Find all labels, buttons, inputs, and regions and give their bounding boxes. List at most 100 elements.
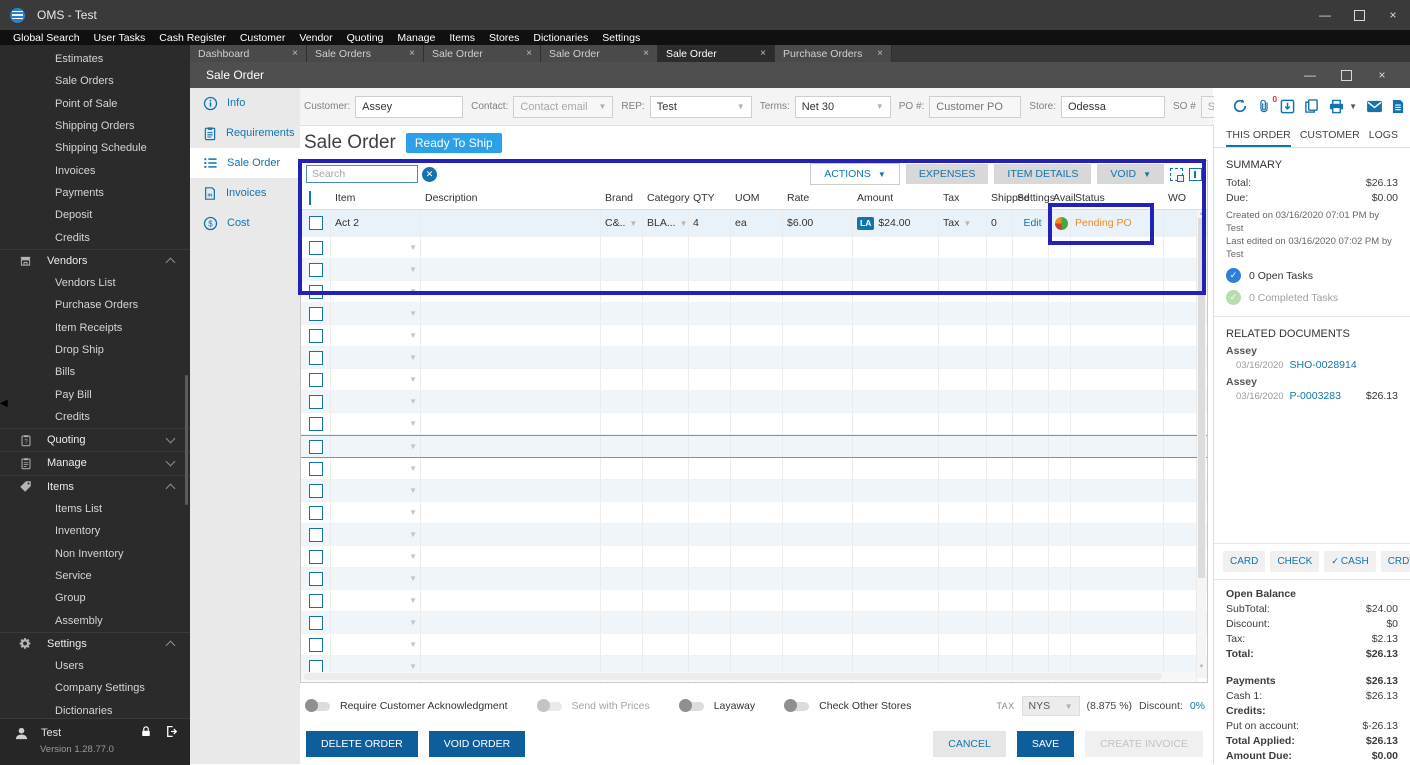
customer-input[interactable] (355, 95, 464, 118)
payment-button-card[interactable]: CARD (1223, 551, 1266, 572)
toggle-switch[interactable] (678, 699, 704, 712)
column-header-item[interactable]: Item (331, 192, 421, 204)
menu-item-vendor[interactable]: Vendor (292, 32, 339, 44)
tab-close-icon[interactable]: × (877, 48, 883, 59)
copy-icon[interactable] (1304, 98, 1319, 114)
column-header-status[interactable]: Status (1071, 192, 1164, 204)
column-chooser-icon[interactable] (1189, 167, 1202, 181)
sidebar-item-point-of-sale[interactable]: Point of Sale (0, 93, 190, 115)
tab-requirements[interactable]: Requirements (190, 118, 300, 148)
contact-select[interactable]: Contact email ▼ (513, 95, 614, 118)
sidebar-item-credits[interactable]: Credits (0, 226, 190, 248)
column-header-description[interactable]: Description (421, 192, 601, 204)
inner-maximize-icon[interactable] (1328, 62, 1364, 88)
table-row-empty[interactable]: ▼ (301, 281, 1207, 303)
item-dropdown-icon[interactable]: ▼ (409, 640, 417, 649)
table-row-empty[interactable]: ▼ (301, 413, 1207, 435)
column-header-uom[interactable]: UOM (731, 192, 783, 204)
delete-order-button[interactable]: DELETE ORDER (306, 731, 418, 757)
item-details-button[interactable]: ITEM DETAILS (994, 164, 1092, 184)
tab-sale-order-4[interactable]: Sale Order × (658, 45, 775, 62)
sidebar-scrollbar[interactable] (185, 375, 188, 505)
sidebar-item-company-settings[interactable]: Company Settings (0, 677, 190, 699)
create-invoice-button[interactable]: CREATE INVOICE (1085, 731, 1203, 757)
qty-cell[interactable]: 4 (689, 210, 731, 236)
column-header-avail[interactable]: Avail (1049, 192, 1076, 204)
column-header-rate[interactable]: Rate (783, 192, 853, 204)
sidebar-item-invoices[interactable]: Invoices (0, 159, 190, 181)
table-row-empty[interactable]: ▼ (301, 634, 1207, 656)
void-order-button[interactable]: VOID ORDER (428, 731, 526, 757)
sidebar-item-purchase-orders[interactable]: Purchase Orders (0, 294, 190, 316)
toggle-check-other-stores[interactable]: Check Other Stores (784, 699, 911, 712)
related-doc-link[interactable]: SHO-0028914 (1290, 359, 1357, 371)
table-row-empty[interactable]: ▼ (301, 237, 1207, 259)
sidebar-item-dictionaries[interactable]: Dictionaries (0, 700, 190, 718)
item-dropdown-icon[interactable]: ▼ (409, 530, 417, 539)
toggle-switch[interactable] (305, 699, 330, 712)
tab-close-icon[interactable]: × (643, 48, 649, 59)
amount-cell[interactable]: LA $24.00 (853, 210, 939, 236)
row-checkbox[interactable] (309, 240, 323, 255)
column-header-shipped[interactable]: Shipped (987, 192, 1030, 204)
sidebar-item-bills[interactable]: Bills (0, 361, 190, 383)
sidebar-item-assembly[interactable]: Assembly (0, 609, 190, 631)
sidebar-item-settings[interactable]: Settings (0, 631, 190, 655)
sidebar-item-credits[interactable]: Credits (0, 406, 190, 428)
void-button[interactable]: VOID ▼ (1097, 164, 1164, 184)
item-dropdown-icon[interactable]: ▼ (409, 552, 417, 561)
table-row-empty[interactable]: ▼ (301, 524, 1207, 546)
table-row-empty[interactable]: ▼ (301, 568, 1207, 590)
item-dropdown-icon[interactable]: ▼ (409, 331, 417, 340)
inner-close-icon[interactable]: × (1364, 62, 1400, 88)
table-row-empty[interactable]: ▼ (301, 391, 1207, 413)
sidebar-item-sale-orders[interactable]: Sale Orders (0, 70, 190, 92)
menu-item-cash-register[interactable]: Cash Register (152, 32, 233, 44)
sidebar-item-pay-bill[interactable]: Pay Bill (0, 383, 190, 405)
sidebar-item-quoting[interactable]: ? Quoting (0, 428, 190, 451)
refresh-icon[interactable] (1232, 98, 1248, 114)
print-icon[interactable] (1328, 99, 1345, 114)
clear-search-icon[interactable]: ✕ (422, 166, 437, 182)
table-row-empty[interactable]: ▼ (301, 480, 1207, 502)
document-icon[interactable] (1392, 99, 1404, 114)
category-cell[interactable]: BLA... ▼ (643, 210, 689, 236)
tab-sale-order[interactable]: Sale Order (190, 148, 300, 178)
sidebar-item-group[interactable]: Group (0, 587, 190, 609)
item-dropdown-icon[interactable]: ▼ (409, 618, 417, 627)
tab-sale-orders-1[interactable]: Sale Orders × (307, 45, 424, 62)
edit-link[interactable]: Edit (1023, 217, 1041, 229)
row-checkbox[interactable] (309, 549, 323, 564)
table-row-empty[interactable]: ▼ (301, 259, 1207, 281)
expenses-button[interactable]: EXPENSES (905, 164, 989, 184)
payment-button-check[interactable]: CHECK (1270, 551, 1320, 572)
store-input[interactable] (1060, 95, 1165, 118)
menu-item-global-search[interactable]: Global Search (6, 32, 87, 44)
column-header-category[interactable]: Category (643, 192, 690, 204)
table-row-empty[interactable]: ▼ (301, 502, 1207, 524)
po-input[interactable] (929, 95, 1022, 118)
item-dropdown-icon[interactable]: ▼ (409, 508, 417, 517)
menu-item-customer[interactable]: Customer (233, 32, 293, 44)
sidebar-item-service[interactable]: Service (0, 565, 190, 587)
row-checkbox[interactable] (309, 571, 323, 586)
sidebar-item-vendors-list[interactable]: Vendors List (0, 272, 190, 294)
table-row-empty[interactable]: ▼ (301, 612, 1207, 634)
payment-button-cash[interactable]: ✓ CASH (1324, 551, 1376, 572)
item-dropdown-icon[interactable]: ▼ (409, 419, 417, 428)
table-row-empty[interactable]: ▼ (301, 546, 1207, 568)
item-dropdown-icon[interactable]: ▼ (409, 596, 417, 605)
tab-info[interactable]: Info (190, 88, 300, 118)
item-dropdown-icon[interactable]: ▼ (409, 353, 417, 362)
row-checkbox[interactable] (309, 637, 323, 652)
row-checkbox[interactable] (309, 461, 323, 476)
item-dropdown-icon[interactable]: ▼ (409, 397, 417, 406)
row-checkbox[interactable] (309, 527, 323, 542)
toggle-require-customer-acknowledgment[interactable]: Require Customer Acknowledgment (305, 699, 508, 712)
sidebar-item-items[interactable]: Items (0, 474, 190, 498)
sidebar-item-drop-ship[interactable]: Drop Ship (0, 339, 190, 361)
table-row[interactable]: Act 2 C&.. ▼ BLA... ▼ 4 ea $6.00 LA $24.00 … (301, 210, 1207, 237)
cancel-button[interactable]: CANCEL (933, 731, 1006, 757)
sidebar-item-vendors[interactable]: Vendors (0, 248, 190, 272)
row-checkbox[interactable] (309, 306, 323, 321)
